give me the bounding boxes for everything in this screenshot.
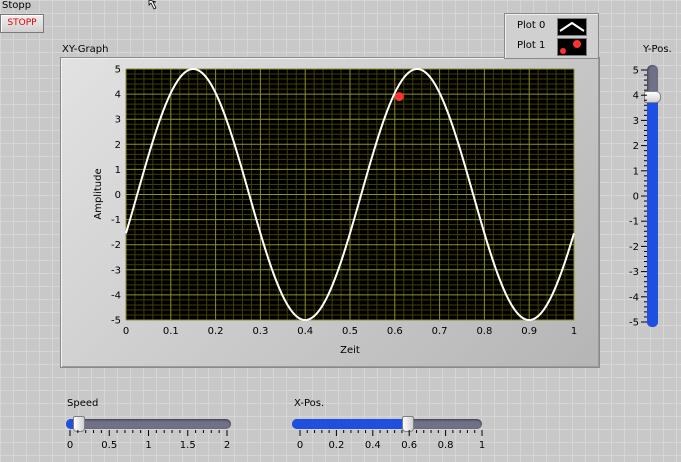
legend-item-plot1[interactable]: Plot 1 [505, 37, 598, 56]
y-tick-label: 3 [115, 115, 121, 126]
y-tick-label: 5 [115, 65, 121, 76]
x-tick-label: 0.8 [476, 326, 492, 337]
y-tick-label: 4 [115, 90, 121, 101]
scale-tick-label: 0 [67, 440, 73, 451]
scale-tick-label: 5 [633, 66, 639, 77]
x-tick-label: 0.1 [163, 326, 179, 337]
scale-tick-label: 0.8 [438, 440, 454, 451]
scale-tick-label: -3 [629, 267, 639, 278]
xy-graph-plot[interactable]: 0 0.1 0.2 0.3 0.4 0.5 0.6 0.7 0.8 0.9 1 5 4 3 2 1 0 -1 -2… [60, 57, 598, 366]
stop-button[interactable]: STOPP [0, 14, 44, 33]
mouse-cursor-icon [148, 0, 157, 10]
x-tick-label: 0 [123, 326, 129, 337]
scale-tick-label: -1 [629, 217, 639, 228]
x-tick-label: 0.4 [297, 326, 313, 337]
x-tick-label: 0.3 [252, 326, 268, 337]
scale-tick-label: 0.4 [365, 440, 381, 451]
scale-tick-label: 0.2 [328, 440, 344, 451]
speed-slider-track[interactable] [66, 416, 231, 432]
x-tick-label: 0.6 [387, 326, 403, 337]
legend-item-plot0[interactable]: Plot 0 [505, 17, 598, 36]
ypos-label: Y-Pos. [643, 44, 672, 55]
scale-tick-label: 0 [633, 192, 639, 203]
y-tick-label: -4 [111, 290, 121, 301]
y-tick-label: -3 [111, 265, 121, 276]
y-tick-label: -2 [111, 240, 121, 251]
scale-tick-label: -2 [629, 242, 639, 253]
scale-tick-label: 2 [633, 141, 639, 152]
scale-tick-label: 0 [297, 440, 303, 451]
xpos-slider-fill [292, 419, 408, 429]
y-tick-label: -1 [111, 215, 121, 226]
speed-label: Speed [67, 398, 99, 409]
y-tick-label: 1 [115, 165, 121, 176]
x-tick-label: 0.5 [342, 326, 358, 337]
stop-label: Stopp [2, 0, 32, 11]
plot1-marker [394, 92, 404, 102]
y-axis-label: Amplitude [93, 168, 104, 219]
graph-title: XY-Graph [62, 44, 109, 55]
scale-tick-label: 2 [224, 440, 230, 451]
x-tick-label: 0.7 [432, 326, 448, 337]
ypos-scale: 5 4 3 2 1 0 -1 -2 -3 -4 -5 [629, 66, 647, 329]
x-tick-label: 1 [571, 326, 577, 337]
line-swatch-icon [557, 18, 587, 36]
scale-tick-label: 0.5 [101, 440, 117, 451]
legend-label: Plot 1 [517, 40, 546, 51]
xpos-label: X-Pos. [294, 398, 325, 409]
scale-tick-label: 1 [633, 166, 639, 177]
x-axis-label: Zeit [340, 345, 360, 356]
scale-tick-label: 1 [479, 440, 485, 451]
scale-tick-label: 4 [633, 91, 639, 102]
xpos-scale: 0 0.2 0.4 0.6 0.8 1 [297, 430, 485, 451]
plot-legend[interactable]: Plot 0 Plot 1 [504, 13, 599, 59]
y-axis: 5 4 3 2 1 0 -1 -2 -3 -4 -5 [111, 65, 121, 327]
scale-tick-label: 1 [145, 440, 151, 451]
xpos-slider-track[interactable] [292, 416, 482, 432]
legend-label: Plot 0 [517, 20, 546, 31]
scale-tick-label: 3 [633, 116, 639, 127]
x-axis: 0 0.1 0.2 0.3 0.4 0.5 0.6 0.7 0.8 0.9 1 [123, 326, 577, 337]
dot-swatch-icon [557, 38, 587, 56]
scale-tick-label: -4 [629, 292, 639, 303]
y-tick-label: 0 [115, 190, 121, 201]
scale-tick-label: 1.5 [180, 440, 196, 451]
scale-tick-label: 0.6 [401, 440, 417, 451]
x-tick-label: 0.9 [521, 326, 537, 337]
y-tick-label: 2 [115, 140, 121, 151]
scale-tick-label: -5 [629, 318, 639, 329]
y-tick-label: -5 [111, 316, 121, 327]
speed-scale: 0 0.5 1 1.5 2 [67, 430, 230, 451]
x-tick-label: 0.2 [208, 326, 224, 337]
